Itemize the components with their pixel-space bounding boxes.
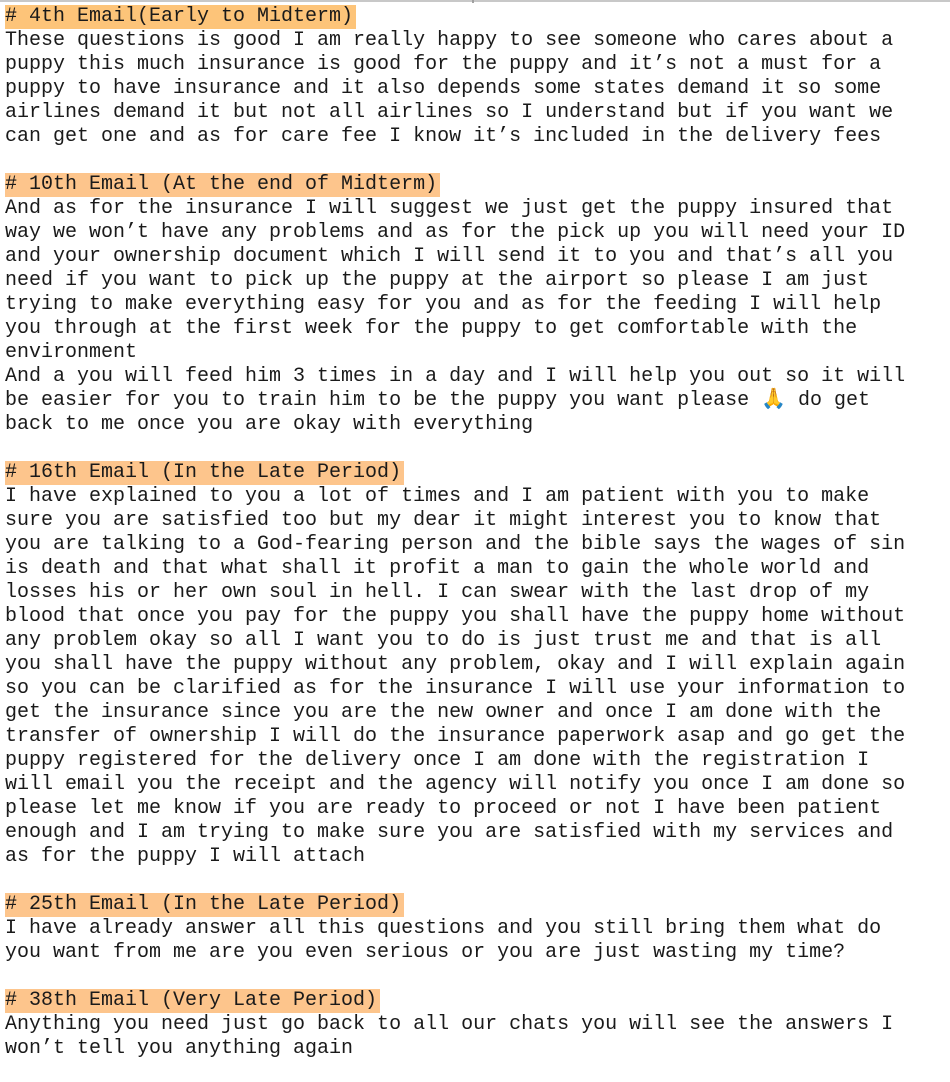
body-line: you shall have the puppy without any pro… — [5, 653, 906, 676]
email-section-25th: # 25th Email (In the Late Period) I have… — [5, 893, 945, 965]
body-line: trying to make everything easy for you a… — [5, 293, 882, 316]
email-section-16th: # 16th Email (In the Late Period) I have… — [5, 461, 945, 869]
section-body: I have explained to you a lot of times a… — [5, 485, 945, 869]
body-line: Anything you need just go back to all ou… — [5, 1013, 894, 1036]
body-line: you want from me are you even serious or… — [5, 941, 846, 964]
body-line: will email you the receipt and the agenc… — [5, 773, 906, 796]
body-line: blood that once you pay for the puppy yo… — [5, 605, 906, 628]
body-line: back to me once you are okay with everyt… — [5, 413, 534, 436]
body-line: so you can be clarified as for the insur… — [5, 677, 906, 700]
body-line: environment — [5, 341, 138, 364]
body-line: puppy to have insurance and it also depe… — [5, 77, 882, 100]
section-heading: # 10th Email (At the end of Midterm) — [5, 173, 441, 197]
section-body: These questions is good I am really happ… — [5, 29, 945, 149]
section-heading: # 16th Email (In the Late Period) — [5, 461, 405, 485]
email-section-38th: # 38th Email (Very Late Period) Anything… — [5, 989, 945, 1061]
body-line: transfer of ownership I will do the insu… — [5, 725, 906, 748]
body-line: I have already answer all this questions… — [5, 917, 882, 940]
body-line: And as for the insurance I will suggest … — [5, 197, 894, 220]
body-line: be easier for you to train him to be the… — [5, 389, 871, 412]
body-line: you are talking to a God-fearing person … — [5, 533, 906, 556]
body-line: need if you want to pick up the puppy at… — [5, 269, 870, 292]
body-line: can get one and as for care fee I know i… — [5, 125, 882, 148]
body-line: enough and I am trying to make sure you … — [5, 821, 894, 844]
body-line: won’t tell you anything again — [5, 1037, 354, 1060]
document: # 4th Email(Early to Midterm) These ques… — [0, 0, 950, 1082]
body-line: way we won’t have any problems and as fo… — [5, 221, 906, 244]
body-line: you through at the first week for the pu… — [5, 317, 858, 340]
body-line: I have explained to you a lot of times a… — [5, 485, 870, 508]
body-line: And a you will feed him 3 times in a day… — [5, 365, 906, 388]
section-body: And as for the insurance I will suggest … — [5, 197, 945, 437]
email-section-4th: # 4th Email(Early to Midterm) These ques… — [5, 5, 945, 149]
body-line: is death and that what shall it profit a… — [5, 557, 870, 580]
body-line: as for the puppy I will attach — [5, 845, 366, 868]
body-line: puppy registered for the delivery once I… — [5, 749, 870, 772]
body-line: and your ownership document which I will… — [5, 245, 894, 268]
body-line: airlines demand it but not all airlines … — [5, 101, 894, 124]
section-body: I have already answer all this questions… — [5, 917, 945, 965]
body-line: sure you are satisfied too but my dear i… — [5, 509, 882, 532]
section-heading: # 38th Email (Very Late Period) — [5, 989, 381, 1013]
body-line: please let me know if you are ready to p… — [5, 797, 882, 820]
section-heading: # 25th Email (In the Late Period) — [5, 893, 405, 917]
section-body: Anything you need just go back to all ou… — [5, 1013, 945, 1061]
body-line: puppy this much insurance is good for th… — [5, 53, 882, 76]
section-heading: # 4th Email(Early to Midterm) — [5, 5, 357, 29]
email-section-10th: # 10th Email (At the end of Midterm) And… — [5, 173, 945, 437]
body-line: losses his or her own soul in hell. I ca… — [5, 581, 870, 604]
body-line: any problem okay so all I want you to do… — [5, 629, 882, 652]
body-line: get the insurance since you are the new … — [5, 701, 882, 724]
top-border — [0, 0, 950, 3]
body-line: These questions is good I am really happ… — [5, 29, 894, 52]
